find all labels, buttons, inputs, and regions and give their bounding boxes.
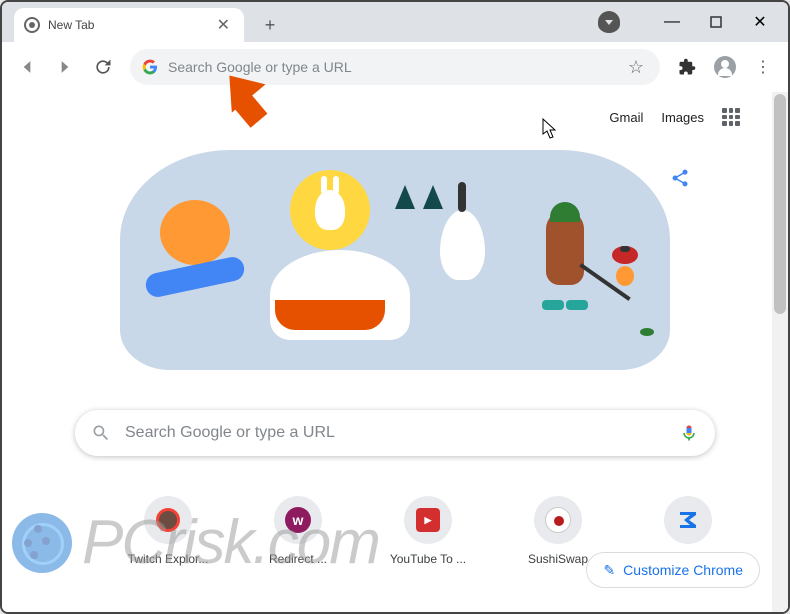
profile-button[interactable] bbox=[708, 50, 742, 84]
doodle-puck-icon bbox=[640, 328, 654, 336]
omnibox[interactable]: Search Google or type a URL ☆ bbox=[130, 49, 660, 85]
content-area: Gmail Images bbox=[2, 92, 788, 612]
sigma-shortcut-icon bbox=[676, 508, 700, 532]
youtube-shortcut-icon: ▶ bbox=[416, 508, 440, 532]
shield-dropdown-icon[interactable] bbox=[598, 11, 620, 33]
minimize-button[interactable]: — bbox=[650, 8, 694, 36]
gmail-link[interactable]: Gmail bbox=[609, 110, 643, 125]
puzzle-icon bbox=[678, 58, 696, 76]
doodle-bunny-icon bbox=[315, 190, 345, 230]
bookmark-star-icon[interactable]: ☆ bbox=[624, 57, 648, 78]
voice-search-icon[interactable] bbox=[679, 423, 699, 443]
doodle-weasel-icon bbox=[540, 210, 590, 310]
arrow-right-icon bbox=[55, 57, 75, 77]
doodle-sled-icon bbox=[275, 300, 385, 330]
active-tab[interactable]: New Tab ✕ bbox=[14, 8, 244, 42]
shortcut-youtube[interactable]: ▶ YouTube To ... bbox=[374, 496, 482, 566]
shortcut-twitch[interactable]: Twitch Explor... bbox=[114, 496, 222, 566]
doodle-curler-icon bbox=[610, 250, 640, 290]
tab-close-button[interactable]: ✕ bbox=[213, 15, 234, 35]
close-window-button[interactable]: ✕ bbox=[738, 8, 782, 36]
share-icon[interactable] bbox=[670, 168, 690, 193]
sushiswap-shortcut-icon bbox=[545, 507, 571, 533]
browser-window: New Tab ✕ + — ✕ Search Google or type a … bbox=[0, 0, 790, 614]
shortcut-icon-wrap bbox=[144, 496, 192, 544]
titlebar: New Tab ✕ + — ✕ bbox=[2, 2, 788, 42]
apps-grid-dot-icon bbox=[722, 108, 727, 113]
new-tab-button[interactable]: + bbox=[256, 11, 284, 39]
search-box[interactable]: Search Google or type a URL bbox=[75, 410, 715, 456]
reload-button[interactable] bbox=[86, 50, 120, 84]
toolbar: Search Google or type a URL ☆ ⋮ bbox=[2, 42, 788, 92]
customize-chrome-button[interactable]: ✎ Customize Chrome bbox=[586, 552, 760, 588]
shortcut-label: Redirect ... bbox=[269, 552, 327, 566]
shortcut-icon-wrap bbox=[534, 496, 582, 544]
twitch-shortcut-icon bbox=[156, 508, 180, 532]
forward-button[interactable] bbox=[48, 50, 82, 84]
shortcut-redirect[interactable]: w Redirect ... bbox=[244, 496, 352, 566]
search-icon bbox=[91, 423, 111, 443]
shortcut-label: Twitch Explor... bbox=[128, 552, 209, 566]
maximize-icon bbox=[710, 16, 722, 28]
search-placeholder: Search Google or type a URL bbox=[125, 424, 679, 442]
doodle-trees-icon bbox=[395, 185, 443, 209]
doodle-tiger-icon bbox=[160, 200, 230, 265]
scrollbar[interactable] bbox=[772, 92, 788, 612]
maximize-button[interactable] bbox=[694, 8, 738, 36]
arrow-left-icon bbox=[17, 57, 37, 77]
google-doodle[interactable] bbox=[120, 150, 670, 370]
reload-icon bbox=[93, 57, 113, 77]
pencil-icon: ✎ bbox=[603, 562, 615, 579]
tab-title: New Tab bbox=[48, 18, 213, 32]
google-g-icon bbox=[142, 59, 158, 75]
doodle-goose-icon bbox=[440, 210, 485, 280]
customize-label: Customize Chrome bbox=[623, 562, 743, 578]
profile-avatar-icon bbox=[714, 56, 736, 78]
window-controls: — ✕ bbox=[598, 2, 782, 42]
shortcut-label: YouTube To ... bbox=[390, 552, 466, 566]
images-link[interactable]: Images bbox=[661, 110, 704, 125]
google-apps-button[interactable] bbox=[722, 108, 740, 126]
extensions-button[interactable] bbox=[670, 50, 704, 84]
back-button[interactable] bbox=[10, 50, 44, 84]
shortcut-icon-wrap bbox=[664, 496, 712, 544]
chrome-menu-button[interactable]: ⋮ bbox=[746, 50, 780, 84]
shortcut-label: SushiSwap bbox=[528, 552, 588, 566]
shortcut-icon-wrap: w bbox=[274, 496, 322, 544]
header-links: Gmail Images bbox=[22, 92, 768, 126]
chrome-favicon-icon bbox=[24, 17, 40, 33]
shortcut-icon-wrap: ▶ bbox=[404, 496, 452, 544]
annotation-arrow-icon bbox=[217, 72, 277, 132]
redirect-shortcut-icon: w bbox=[285, 507, 311, 533]
scrollbar-thumb[interactable] bbox=[774, 94, 786, 314]
